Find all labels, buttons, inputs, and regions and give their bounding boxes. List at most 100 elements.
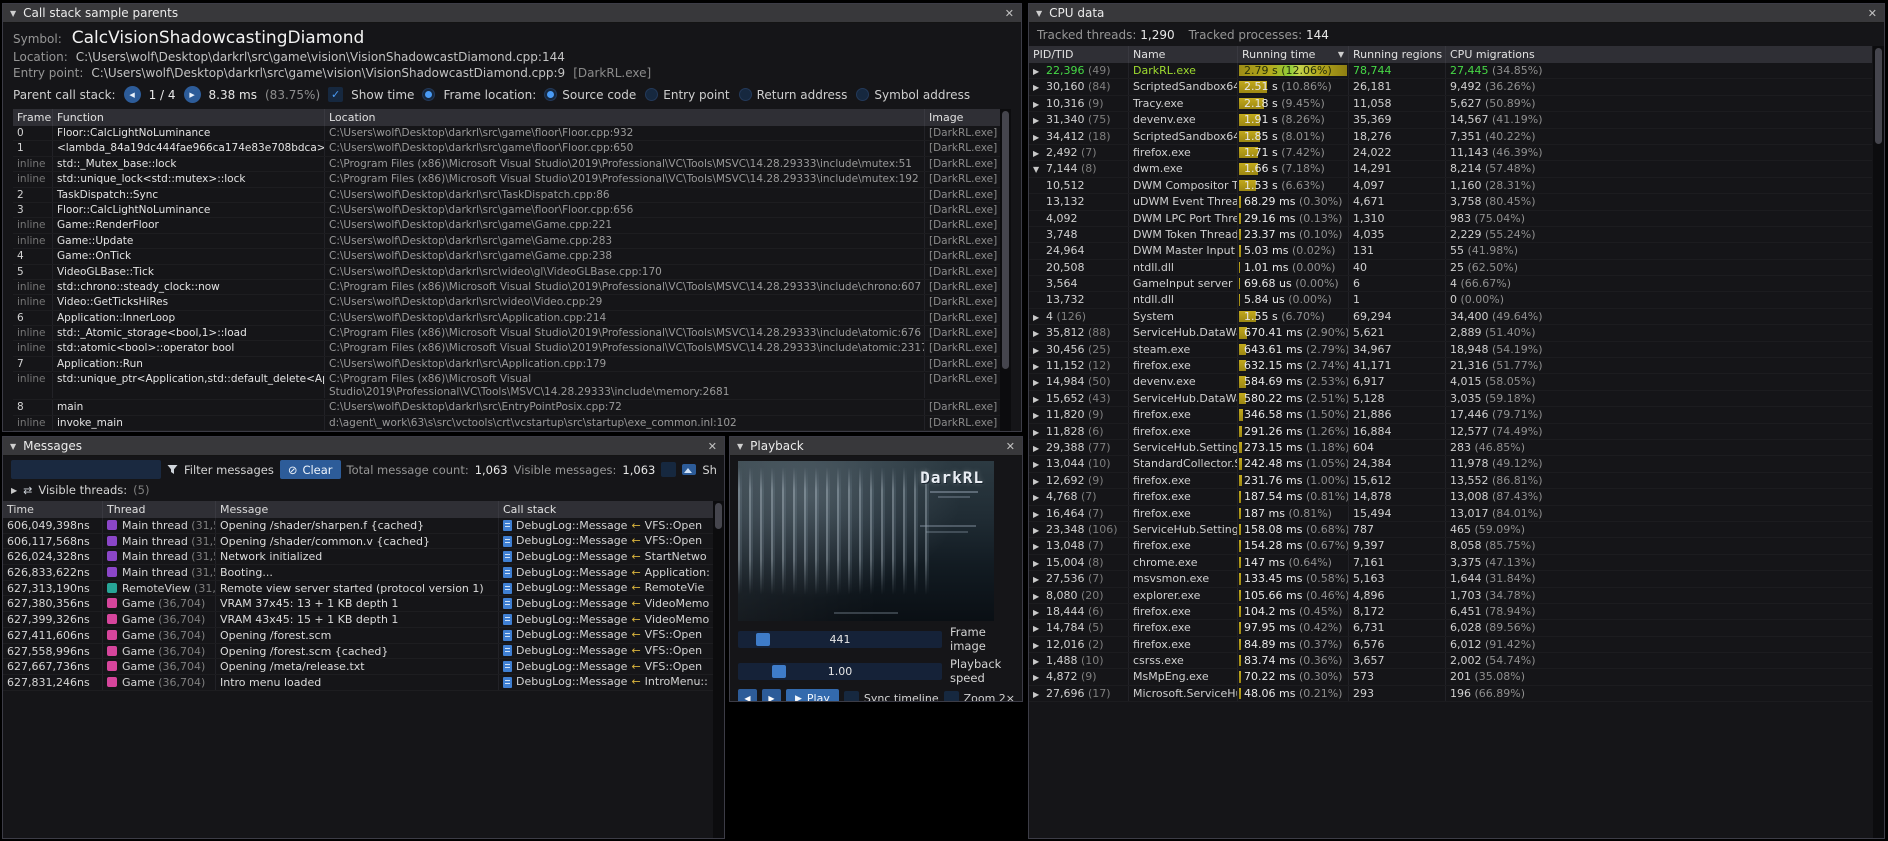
show-frame-checkbox[interactable]: [661, 462, 676, 477]
callstack-row[interactable]: inlineGame::RenderFloorC:\Users\wolf\Des…: [13, 218, 1011, 233]
cpu-table-row[interactable]: 13,732ntdll.dll5.84 us (0.00%)10 (0.00%): [1029, 292, 1872, 308]
callstack-row[interactable]: inlinestd::chrono::steady_clock::nowC:\P…: [13, 280, 1011, 295]
cpu-scrollbar[interactable]: [1873, 46, 1884, 838]
clear-button[interactable]: ⊘ Clear: [280, 460, 341, 479]
next-parent-button[interactable]: ▶: [184, 86, 201, 103]
collapse-icon[interactable]: ▼: [737, 442, 743, 451]
message-row[interactable]: 627,558,996nsGame (36,704)Opening /fores…: [3, 644, 724, 660]
cpu-table-row[interactable]: ▶4 (126)System1.55 s (6.70%)69,29434,400…: [1029, 309, 1872, 325]
cpu-table-row[interactable]: ▶27,696 (17)Microsoft.ServiceHub.Control…: [1029, 686, 1872, 702]
column-header[interactable]: Frame: [13, 109, 53, 126]
cpu-table-row[interactable]: 3,564GameInput server69.68 us (0.00%)64 …: [1029, 276, 1872, 292]
cpu-table-row[interactable]: ▶18,444 (6)firefox.exe104.2 ms (0.45%)8,…: [1029, 604, 1872, 620]
close-icon[interactable]: ✕: [1868, 7, 1877, 20]
close-icon[interactable]: ✕: [1006, 440, 1015, 453]
callstack-titlebar[interactable]: ▼ Call stack sample parents ✕: [3, 4, 1021, 23]
collapse-icon[interactable]: ▼: [1036, 9, 1042, 18]
cpu-table-row[interactable]: ▶30,456 (25)steam.exe643.61 ms (2.79%)34…: [1029, 342, 1872, 358]
cpu-table-row[interactable]: 4,092DWM LPC Port Thread29.16 ms (0.13%)…: [1029, 211, 1872, 227]
callstack-row[interactable]: 4Game::OnTickC:\Users\wolf\Desktop\darkr…: [13, 249, 1011, 264]
callstack-row[interactable]: inlineGame::UpdateC:\Users\wolf\Desktop\…: [13, 234, 1011, 249]
callstack-row[interactable]: 5VideoGLBase::TickC:\Users\wolf\Desktop\…: [13, 265, 1011, 280]
message-row[interactable]: 606,049,398nsMain thread (31,596)Opening…: [3, 518, 724, 534]
scrollbar-thumb[interactable]: [1002, 111, 1009, 369]
column-header[interactable]: Thread: [103, 501, 216, 518]
message-row[interactable]: 627,399,326nsGame (36,704)VRAM 43x45: 15…: [3, 612, 724, 628]
frame-image-slider[interactable]: 441: [738, 631, 942, 648]
cpu-table-row[interactable]: ▶34,412 (18)ScriptedSandbox64.exe1.85 s …: [1029, 129, 1872, 145]
cpu-table-row[interactable]: ▶11,828 (6)firefox.exe291.26 ms (1.26%)1…: [1029, 424, 1872, 440]
close-icon[interactable]: ✕: [1005, 7, 1014, 20]
callstack-row[interactable]: 3Floor::CalcLightNoLuminanceC:\Users\wol…: [13, 203, 1011, 218]
cpu-table-row[interactable]: ▶12,692 (9)firefox.exe231.76 ms (1.00%)1…: [1029, 473, 1872, 489]
scrollbar-thumb[interactable]: [715, 503, 722, 529]
column-header[interactable]: Time: [3, 501, 103, 518]
column-header[interactable]: Running regions: [1349, 46, 1446, 63]
callstack-row[interactable]: 8mainC:\Users\wolf\Desktop\darkrl\src\En…: [13, 400, 1011, 415]
column-header[interactable]: Location: [325, 109, 925, 126]
column-header[interactable]: Running time▼: [1238, 46, 1349, 63]
expand-icon[interactable]: ▶: [11, 486, 17, 495]
callstack-row[interactable]: inlinestd::atomic<bool>::operator boolC:…: [13, 341, 1011, 356]
cpu-table-row[interactable]: ▶8,080 (20)explorer.exe105.66 ms (0.46%)…: [1029, 588, 1872, 604]
collapse-icon[interactable]: ▼: [10, 442, 16, 451]
cpu-table-row[interactable]: ▶2,492 (7)firefox.exe1.71 s (7.42%)24,02…: [1029, 145, 1872, 161]
cpu-table-row[interactable]: ▶27,536 (7)msvsmon.exe133.45 ms (0.58%)5…: [1029, 571, 1872, 587]
cpu-table-row[interactable]: ▶11,152 (12)firefox.exe632.15 ms (2.74%)…: [1029, 358, 1872, 374]
prev-parent-button[interactable]: ◀: [124, 86, 141, 103]
sync-timeline-checkbox[interactable]: [844, 691, 859, 701]
cpu-table-row[interactable]: 3,748DWM Token Thread23.37 ms (0.10%)4,0…: [1029, 227, 1872, 243]
collapse-icon[interactable]: ▼: [10, 9, 16, 18]
message-row[interactable]: 626,024,328nsMain thread (31,596)Network…: [3, 549, 724, 565]
show-time-checkbox[interactable]: ✓: [328, 87, 343, 102]
step-forward-button[interactable]: ▶: [762, 689, 781, 701]
frame-location-option[interactable]: Source code: [544, 88, 636, 102]
message-row[interactable]: 626,833,622nsMain thread (31,596)Booting…: [3, 565, 724, 581]
callstack-row[interactable]: 6Application::InnerLoopC:\Users\wolf\Des…: [13, 311, 1011, 326]
playback-titlebar[interactable]: ▼ Playback ✕: [730, 437, 1022, 456]
callstack-row[interactable]: inlinestd::_Mutex_base::lockC:\Program F…: [13, 157, 1011, 172]
callstack-scrollbar[interactable]: [1000, 109, 1011, 431]
messages-scrollbar[interactable]: [713, 501, 724, 838]
cpu-table-row[interactable]: ▶1,488 (10)csrss.exe83.74 ms (0.36%)3,65…: [1029, 653, 1872, 669]
visible-threads-row[interactable]: ▶ ⇄ Visible threads: (5): [3, 482, 724, 501]
cpu-table-row[interactable]: ▶14,784 (5)firefox.exe97.95 ms (0.42%)6,…: [1029, 620, 1872, 636]
message-row[interactable]: 627,313,190nsRemoteView (31,392)Remote v…: [3, 581, 724, 597]
cpu-table-row[interactable]: 24,964DWM Master Input Thread5.03 ms (0.…: [1029, 243, 1872, 259]
cpu-table-row[interactable]: ▶4,768 (7)firefox.exe187.54 ms (0.81%)14…: [1029, 489, 1872, 505]
callstack-row[interactable]: inlineinvoke_maind:\agent\_work\63\s\src…: [13, 416, 1011, 431]
cpu-table-row[interactable]: ▶11,820 (9)firefox.exe346.58 ms (1.50%)2…: [1029, 407, 1872, 423]
cpu-table-row[interactable]: ▶23,348 (106)ServiceHub.SettingsHost.exe…: [1029, 522, 1872, 538]
column-header[interactable]: Function: [53, 109, 325, 126]
frame-location-option[interactable]: Return address: [739, 88, 848, 102]
cpu-table-row[interactable]: ▶35,812 (88)ServiceHub.DataWarehouseHost…: [1029, 325, 1872, 341]
callstack-row[interactable]: inlinestd::_Atomic_storage<bool,1>::load…: [13, 326, 1011, 341]
message-row[interactable]: 627,380,356nsGame (36,704)VRAM 37x45: 13…: [3, 596, 724, 612]
callstack-row[interactable]: inlinestd::unique_lock<std::mutex>::lock…: [13, 172, 1011, 187]
cpu-table-row[interactable]: ▶4,872 (9)MsMpEng.exe70.22 ms (0.30%)573…: [1029, 669, 1872, 685]
message-row[interactable]: 627,831,246nsGame (36,704)Intro menu loa…: [3, 675, 724, 691]
cpu-table-row[interactable]: ▶22,396 (49)DarkRL.exe2.79 s (12.06%)78,…: [1029, 63, 1872, 79]
cpu-table-row[interactable]: ▶13,048 (7)firefox.exe154.28 ms (0.67%)9…: [1029, 538, 1872, 554]
cpu-table-row[interactable]: ▶30,160 (84)ScriptedSandbox64.exe2.51 s …: [1029, 79, 1872, 95]
cpu-table-row[interactable]: ▶13,044 (10)StandardCollector.Service.ex…: [1029, 456, 1872, 472]
cpu-table-row[interactable]: ▶15,004 (8)chrome.exe147 ms (0.64%)7,161…: [1029, 555, 1872, 571]
cpu-titlebar[interactable]: ▼ CPU data ✕: [1029, 4, 1884, 23]
cpu-table-row[interactable]: ▶12,016 (2)firefox.exe84.89 ms (0.37%)6,…: [1029, 637, 1872, 653]
column-header[interactable]: Call stack: [499, 501, 724, 518]
cpu-table-row[interactable]: ▶31,340 (75)devenv.exe1.91 s (8.26%)35,3…: [1029, 112, 1872, 128]
cpu-table-row[interactable]: ▼7,144 (8)dwm.exe1.66 s (7.18%)14,2918,2…: [1029, 161, 1872, 177]
cpu-table-row[interactable]: ▶29,388 (77)ServiceHub.SettingsHost.exe2…: [1029, 440, 1872, 456]
close-icon[interactable]: ✕: [708, 440, 717, 453]
scrollbar-thumb[interactable]: [1875, 48, 1882, 144]
cpu-table-row[interactable]: ▶15,652 (43)ServiceHub.DataWarehouseHost…: [1029, 391, 1872, 407]
cpu-table-row[interactable]: 13,132uDWM Event Thread68.29 ms (0.30%)4…: [1029, 194, 1872, 210]
callstack-row[interactable]: 7Application::RunC:\Users\wolf\Desktop\d…: [13, 357, 1011, 372]
callstack-row[interactable]: 1<lambda_84a19dc444fae966ca174e83e708bdc…: [13, 141, 1011, 156]
callstack-row[interactable]: inlineVideo::GetTicksHiResC:\Users\wolf\…: [13, 295, 1011, 310]
callstack-row[interactable]: 0Floor::CalcLightNoLuminanceC:\Users\wol…: [13, 126, 1011, 141]
column-header[interactable]: PID/TID: [1029, 46, 1129, 63]
callstack-row[interactable]: 2TaskDispatch::SyncC:\Users\wolf\Desktop…: [13, 188, 1011, 203]
message-row[interactable]: 606,117,568nsMain thread (31,596)Opening…: [3, 534, 724, 550]
cpu-table-row[interactable]: 10,512DWM Compositor Thread1.53 s (6.63%…: [1029, 178, 1872, 194]
